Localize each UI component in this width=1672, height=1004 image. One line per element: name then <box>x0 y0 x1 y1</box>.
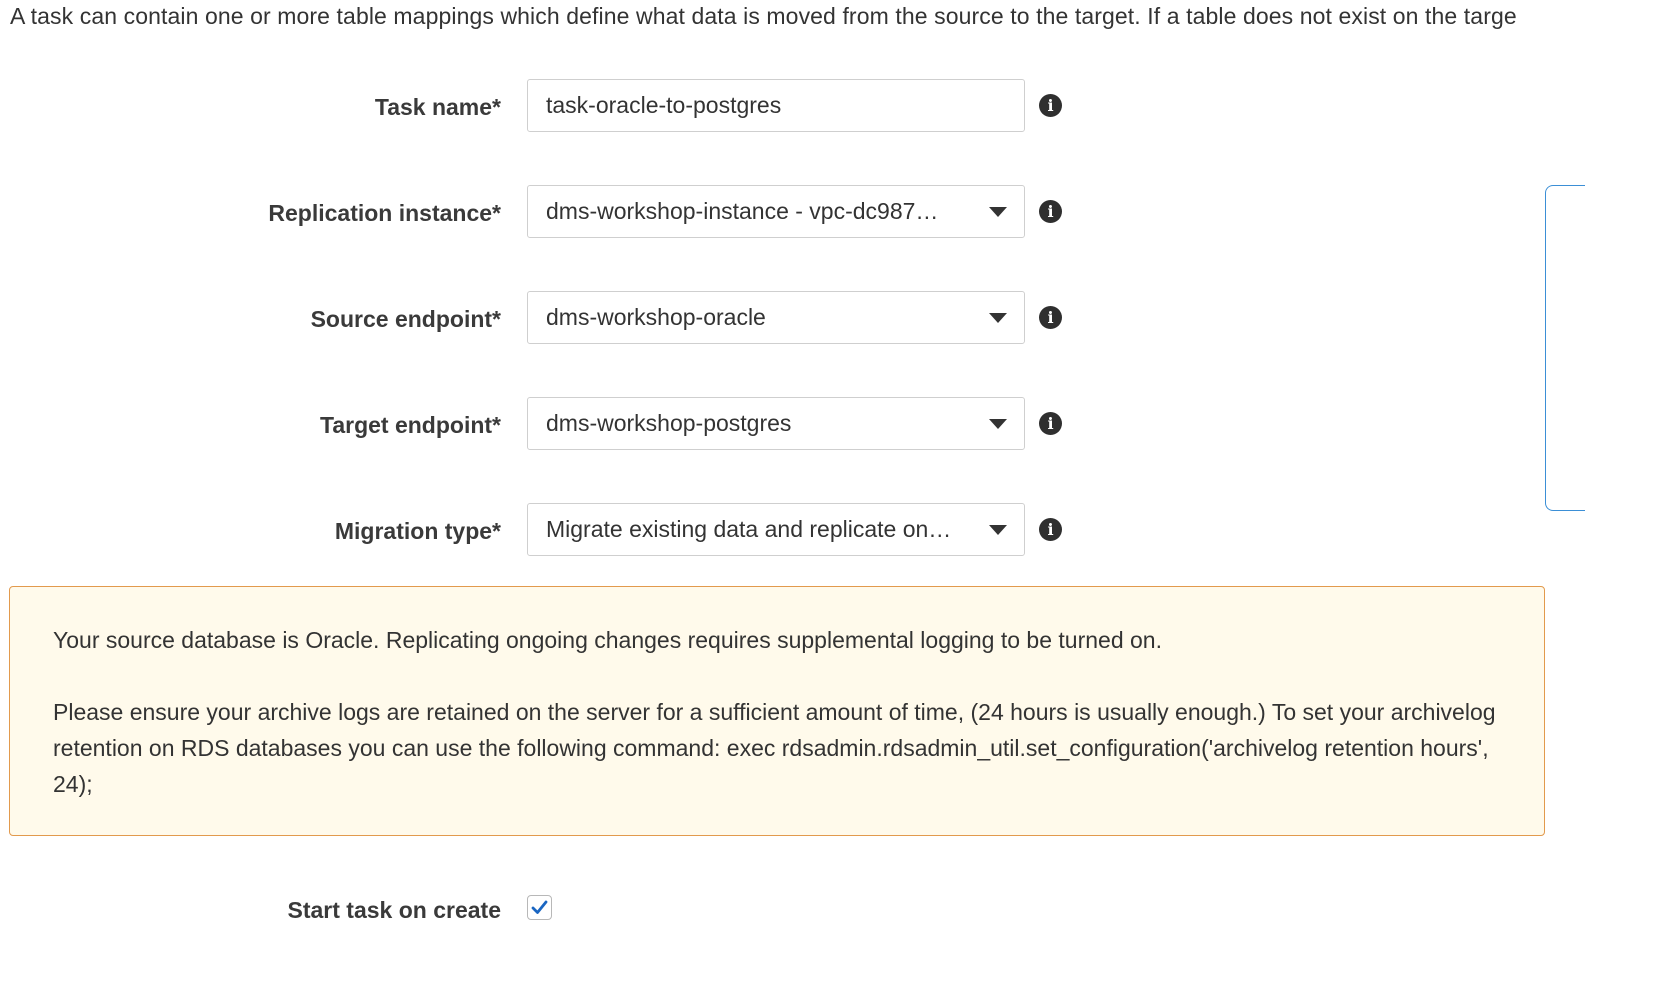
chevron-down-icon <box>989 313 1007 323</box>
migration-type-label: Migration type* <box>334 518 501 544</box>
checkmark-icon <box>531 900 548 914</box>
target-endpoint-select[interactable]: dms-workshop-postgres <box>527 397 1025 450</box>
source-endpoint-row: Source endpoint* dms-workshop-oracle i <box>0 291 1120 347</box>
target-endpoint-label: Target endpoint* <box>319 412 501 438</box>
target-endpoint-value: dms-workshop-postgres <box>546 410 792 436</box>
warning-text-oracle: Your source database is Oracle. Replicat… <box>53 627 1162 653</box>
source-endpoint-value: dms-workshop-oracle <box>546 304 766 330</box>
intro-description: A task can contain one or more table map… <box>10 3 1517 29</box>
migration-type-select[interactable]: Migrate existing data and replicate on… <box>527 503 1025 556</box>
start-task-label: Start task on create <box>287 897 501 923</box>
info-icon[interactable]: i <box>1039 94 1062 117</box>
source-endpoint-label: Source endpoint* <box>310 306 501 332</box>
warning-text-archivelog: Please ensure your archive logs are reta… <box>53 699 1496 797</box>
replication-instance-label: Replication instance* <box>268 200 501 226</box>
info-icon[interactable]: i <box>1039 518 1062 541</box>
replication-instance-select[interactable]: dms-workshop-instance - vpc-dc987… <box>527 185 1025 238</box>
chevron-down-icon <box>989 525 1007 535</box>
task-name-input[interactable]: task-oracle-to-postgres <box>527 79 1025 132</box>
info-icon[interactable]: i <box>1039 306 1062 329</box>
source-endpoint-select[interactable]: dms-workshop-oracle <box>527 291 1025 344</box>
migration-type-row: Migration type* Migrate existing data an… <box>0 503 1120 559</box>
migration-type-value: Migrate existing data and replicate on… <box>546 516 952 542</box>
side-panel-edge <box>1545 185 1585 511</box>
start-task-row: Start task on create <box>0 888 600 932</box>
chevron-down-icon <box>989 207 1007 217</box>
task-name-value: task-oracle-to-postgres <box>546 92 782 118</box>
task-name-label: Task name* <box>374 94 501 120</box>
start-task-checkbox[interactable] <box>527 895 552 920</box>
replication-instance-value: dms-workshop-instance - vpc-dc987… <box>546 198 939 224</box>
info-icon[interactable]: i <box>1039 412 1062 435</box>
supplemental-logging-warning: Your source database is Oracle. Replicat… <box>9 586 1545 836</box>
target-endpoint-row: Target endpoint* dms-workshop-postgres i <box>0 397 1120 453</box>
chevron-down-icon <box>989 419 1007 429</box>
replication-instance-row: Replication instance* dms-workshop-insta… <box>0 185 1120 241</box>
info-icon[interactable]: i <box>1039 200 1062 223</box>
task-name-row: Task name* task-oracle-to-postgres i <box>0 79 1120 135</box>
